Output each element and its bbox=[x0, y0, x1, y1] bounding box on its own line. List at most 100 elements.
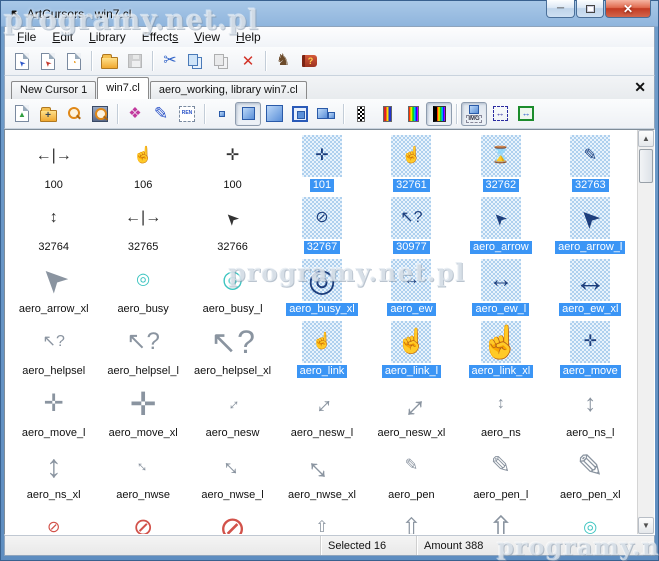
arrange-button[interactable]: ❖ bbox=[122, 102, 148, 126]
cursor-tile-aero_move_l[interactable]: ✛aero_move_l bbox=[9, 383, 98, 445]
open-button[interactable] bbox=[96, 49, 122, 73]
cursor-tile-aero_helpsel[interactable]: ↖?aero_helpsel bbox=[9, 321, 98, 383]
scroll-down-button[interactable]: ▼ bbox=[638, 517, 654, 534]
cursor-preview: ➤ bbox=[570, 197, 610, 239]
vertical-scrollbar[interactable]: ▲ ▼ bbox=[637, 130, 654, 534]
show-images-button[interactable]: IMG bbox=[461, 102, 487, 126]
tab-close-icon[interactable]: ✕ bbox=[634, 79, 646, 96]
edit-button[interactable]: ✎ bbox=[148, 102, 174, 126]
menu-edit[interactable]: Edit bbox=[44, 28, 81, 46]
cursor-tile-aero_nesw[interactable]: ↔aero_nesw bbox=[188, 383, 277, 445]
cursor-tile-aero_ns_xl[interactable]: ↕aero_ns_xl bbox=[9, 445, 98, 507]
menu-library[interactable]: Library bbox=[81, 28, 134, 46]
minimize-button[interactable]: ─ bbox=[546, 0, 575, 18]
cursor-glyph: ↔ bbox=[403, 272, 419, 288]
cursor-tile-aero_pen_xl[interactable]: ✎aero_pen_xl bbox=[546, 445, 635, 507]
mono-palette-button[interactable] bbox=[348, 102, 374, 126]
cursor-tile-aero_nesw_l[interactable]: ↔aero_nesw_l bbox=[277, 383, 366, 445]
close-button[interactable]: ✕ bbox=[605, 0, 651, 18]
menu-effects[interactable]: Effects bbox=[134, 28, 186, 46]
cursor-tile-aero_arrow[interactable]: ➤aero_arrow bbox=[456, 197, 545, 259]
cursor-tile-aero_helpsel_xl[interactable]: ↖?aero_helpsel_xl bbox=[188, 321, 277, 383]
export-image-button[interactable]: ↔ bbox=[513, 102, 539, 126]
palette-16-button[interactable] bbox=[374, 102, 400, 126]
cursor-tile-aero_pen_l[interactable]: ✎aero_pen_l bbox=[456, 445, 545, 507]
cursor-tile-aero_up_l[interactable]: ⇧aero_up_l bbox=[367, 507, 456, 534]
cursor-tile-32762[interactable]: ⌛32762 bbox=[456, 135, 545, 197]
cursor-tile-100[interactable]: ✛100 bbox=[188, 135, 277, 197]
scroll-thumb[interactable] bbox=[639, 149, 653, 183]
cursor-tile-aero_ns[interactable]: ↕aero_ns bbox=[456, 383, 545, 445]
palette-256-button[interactable] bbox=[400, 102, 426, 126]
cursor-tile-aero_pen[interactable]: ✎aero_pen bbox=[367, 445, 456, 507]
new-cursor-button[interactable]: ➤ bbox=[9, 49, 35, 73]
cursor-tile-32765[interactable]: ←|→32765 bbox=[98, 197, 187, 259]
cursor-tile-32761[interactable]: ☝32761 bbox=[367, 135, 456, 197]
cursor-tile-aero_nwse_xl[interactable]: ↔aero_nwse_xl bbox=[277, 445, 366, 507]
cursor-tile-aero_nesw_xl[interactable]: ↔aero_nesw_xl bbox=[367, 383, 456, 445]
test-cursor-button[interactable]: ♞ bbox=[270, 49, 296, 73]
cursor-tile-aero_link[interactable]: ☝aero_link bbox=[277, 321, 366, 383]
cursor-tile-aero_arrow_xl[interactable]: ➤aero_arrow_xl bbox=[9, 259, 98, 321]
menu-view[interactable]: View bbox=[186, 28, 228, 46]
view-medium-button[interactable] bbox=[235, 102, 261, 126]
cursor-tile-aero_nwse[interactable]: ↔aero_nwse bbox=[98, 445, 187, 507]
help-button[interactable]: ? bbox=[296, 49, 322, 73]
cursor-tile-32764[interactable]: ↕32764 bbox=[9, 197, 98, 259]
cursor-tile-aero_working[interactable]: ◎aero_working bbox=[546, 507, 635, 534]
cursor-tile-aero_busy[interactable]: ◎aero_busy bbox=[98, 259, 187, 321]
tab-win7-cl[interactable]: win7.cl bbox=[97, 77, 149, 99]
tab-aero-working-library-win7-cl[interactable]: aero_working, library win7.cl bbox=[150, 81, 307, 99]
new-image-button[interactable]: ▲ bbox=[9, 102, 35, 126]
view-pairs-button[interactable] bbox=[313, 102, 339, 126]
scroll-track[interactable] bbox=[638, 147, 654, 517]
new-from-image-button[interactable]: ➤ bbox=[35, 49, 61, 73]
cursor-tile-32766[interactable]: ➤32766 bbox=[188, 197, 277, 259]
view-actual-size-button[interactable] bbox=[287, 102, 313, 126]
cursor-tile-aero_nwse_l[interactable]: ↔aero_nwse_l bbox=[188, 445, 277, 507]
cursor-tile-32767[interactable]: ⊘32767 bbox=[277, 197, 366, 259]
cursor-glyph: ⇧ bbox=[487, 512, 514, 534]
view-pairs-icon bbox=[317, 108, 328, 119]
cursor-tile-32763[interactable]: ✎32763 bbox=[546, 135, 635, 197]
cursor-tile-aero_ew[interactable]: ↔aero_ew bbox=[367, 259, 456, 321]
cut-button[interactable]: ✂ bbox=[157, 49, 183, 73]
copy-button[interactable] bbox=[183, 49, 209, 73]
cursor-tile-aero_helpsel_l[interactable]: ↖?aero_helpsel_l bbox=[98, 321, 187, 383]
cursor-label: aero_busy_xl bbox=[286, 303, 357, 316]
new-animated-cursor-button[interactable]: ◔ bbox=[61, 49, 87, 73]
cursor-tile-aero_link_xl[interactable]: ☝aero_link_xl bbox=[456, 321, 545, 383]
cursor-tile-106[interactable]: ☝106 bbox=[98, 135, 187, 197]
cursor-tile-aero_unavail[interactable]: ⊘aero_unavail bbox=[9, 507, 98, 534]
cursor-tile-aero_link_l[interactable]: ☝aero_link_l bbox=[367, 321, 456, 383]
maximize-button[interactable] bbox=[576, 0, 604, 18]
cursor-tile-100[interactable]: ←|→100 bbox=[9, 135, 98, 197]
cursor-tile-aero_move[interactable]: ✛aero_move bbox=[546, 321, 635, 383]
cursor-tile-aero_arrow_l[interactable]: ➤aero_arrow_l bbox=[546, 197, 635, 259]
cursor-tile-aero_unavail_l[interactable]: ⊘aero_unavail_l bbox=[98, 507, 187, 534]
find-button[interactable] bbox=[61, 102, 87, 126]
cursor-tile-aero_ns_l[interactable]: ↕aero_ns_l bbox=[546, 383, 635, 445]
scroll-up-button[interactable]: ▲ bbox=[638, 130, 654, 147]
cursor-tile-aero_busy_xl[interactable]: ◎aero_busy_xl bbox=[277, 259, 366, 321]
cursor-tile-aero_up[interactable]: ⇧aero_up bbox=[277, 507, 366, 534]
cursor-tile-aero_unavail_xl[interactable]: ⊘aero_unavail_xl bbox=[188, 507, 277, 534]
delete-button[interactable]: ✕ bbox=[235, 49, 261, 73]
cursor-tile-aero_ew_xl[interactable]: ↔aero_ew_xl bbox=[546, 259, 635, 321]
cursor-tile-101[interactable]: ✛101 bbox=[277, 135, 366, 197]
cursor-tile-aero_busy_l[interactable]: ◎aero_busy_l bbox=[188, 259, 277, 321]
menu-help[interactable]: Help bbox=[228, 28, 269, 46]
tab-new-cursor-1[interactable]: New Cursor 1 bbox=[11, 81, 96, 99]
cursor-tile-aero_up_xl[interactable]: ⇧aero_up_xl bbox=[456, 507, 545, 534]
add-to-library-button[interactable]: + bbox=[35, 102, 61, 126]
rename-button[interactable]: REN bbox=[174, 102, 200, 126]
truecolor-palette-button[interactable] bbox=[426, 102, 452, 126]
find-in-files-button[interactable] bbox=[87, 102, 113, 126]
view-large-button[interactable] bbox=[261, 102, 287, 126]
cursor-tile-30977[interactable]: ↖?30977 bbox=[367, 197, 456, 259]
cursor-tile-aero_ew_l[interactable]: ↔aero_ew_l bbox=[456, 259, 545, 321]
crop-button[interactable]: ↔ bbox=[487, 102, 513, 126]
view-small-button[interactable] bbox=[209, 102, 235, 126]
menu-file[interactable]: File bbox=[9, 28, 44, 46]
cursor-tile-aero_move_xl[interactable]: ✛aero_move_xl bbox=[98, 383, 187, 445]
